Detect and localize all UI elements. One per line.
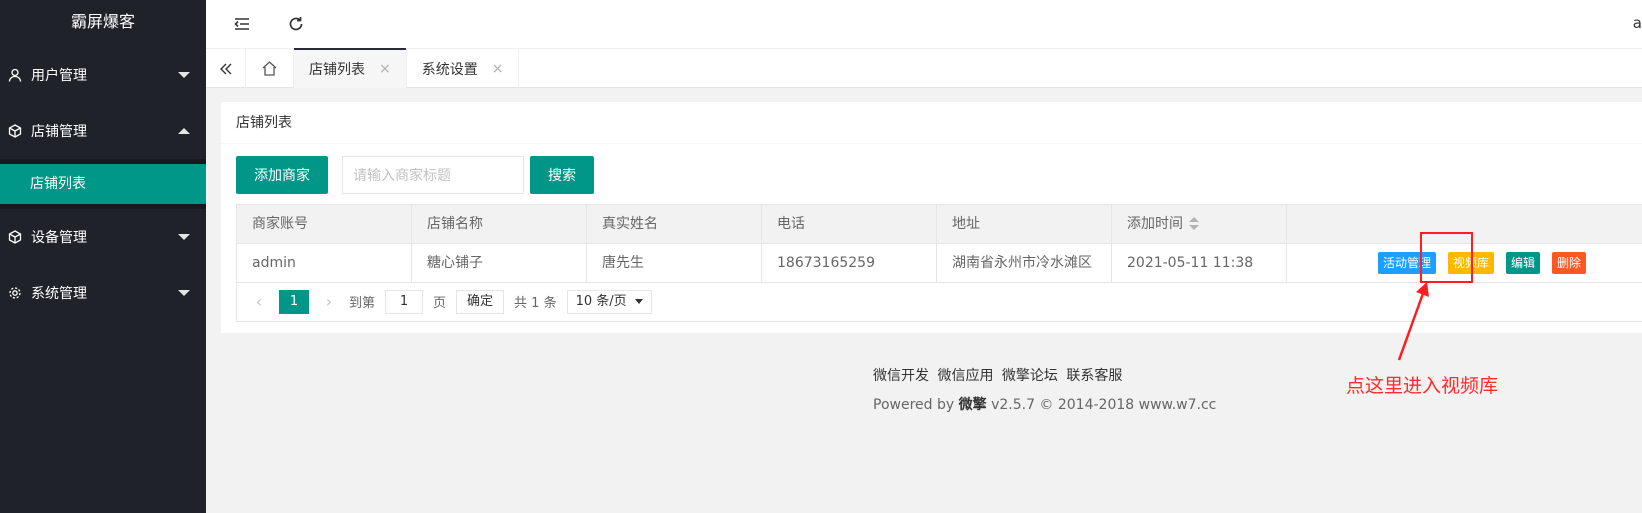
gear-icon [9, 287, 21, 299]
footer-link[interactable]: 联系客服 [1066, 368, 1122, 384]
tab-home[interactable] [246, 49, 294, 88]
cube-icon [8, 230, 22, 244]
toolbar: 添加商家 搜索 [236, 156, 594, 194]
close-icon[interactable]: × [379, 61, 391, 77]
tab-bar: 店铺列表 × 系统设置 × [206, 48, 1642, 88]
edit-button[interactable]: 编辑 [1506, 252, 1541, 274]
search-input[interactable] [342, 156, 524, 194]
add-merchant-button[interactable]: 添加商家 [236, 156, 328, 194]
column-header-added-time[interactable]: 添加时间 [1112, 205, 1287, 243]
column-header: 地址 [937, 205, 1112, 243]
goto-confirm-button[interactable]: 确定 [456, 289, 505, 314]
sidebar-submenu: 店铺列表 [0, 159, 206, 209]
sidebar-item-shop-list[interactable]: 店铺列表 [0, 164, 206, 204]
cube-icon [8, 124, 22, 138]
search-button[interactable]: 搜索 [530, 156, 594, 194]
sort-icon[interactable] [1189, 217, 1199, 231]
sidebar-item-user-management[interactable]: 用户管理 [0, 47, 206, 103]
total-count: 共 1 条 [514, 296, 557, 311]
page-size-select[interactable]: 10 条/页 [566, 289, 652, 314]
app-logo: 霸屏爆客 [70, 12, 135, 31]
cell-real-name: 唐先生 [587, 244, 762, 282]
refresh-icon[interactable] [286, 14, 306, 34]
tab-system-settings[interactable]: 系统设置 × [407, 49, 520, 88]
cell-shop-name: 糖心铺子 [412, 244, 587, 282]
cell-account: admin [237, 244, 412, 282]
sidebar-item-label: 店铺管理 [31, 124, 87, 140]
user-icon [8, 68, 22, 82]
chevron-up-icon [178, 128, 190, 134]
footer-link[interactable]: 微擎论坛 [1002, 368, 1058, 384]
footer-link[interactable]: 微信应用 [937, 368, 993, 384]
sidebar-item-label: 设备管理 [31, 230, 87, 246]
sidebar: 霸屏爆客 用户管理 店铺管理 店铺列表 设备管理 系统管理 [0, 0, 206, 513]
home-icon [262, 61, 277, 76]
highlight-box [1420, 232, 1473, 283]
chevron-down-icon [178, 234, 190, 240]
page-size-value: 10 条/页 [575, 293, 627, 309]
sidebar-item-label: 用户管理 [31, 68, 87, 84]
chevron-down-icon [178, 290, 190, 296]
current-page[interactable]: 1 [279, 289, 309, 314]
delete-button[interactable]: 删除 [1552, 252, 1587, 274]
user-menu[interactable]: a [1633, 14, 1642, 32]
menu-fold-icon[interactable] [232, 14, 252, 34]
tab-label: 店铺列表 [309, 61, 365, 78]
double-chevron-left-icon [219, 63, 231, 74]
annotation-text: 点这里进入视频库 [1346, 376, 1499, 397]
cell-added-time: 2021-05-11 11:38 [1112, 244, 1287, 282]
sidebar-item-shop-management[interactable]: 店铺管理 [0, 103, 206, 159]
card-title: 店铺列表 [221, 102, 1642, 144]
footer: 微信开发 微信应用 微擎论坛 联系客服 Powered by 微擎 v2.5.7… [873, 365, 1216, 414]
column-header: 真实姓名 [587, 205, 762, 243]
powered-brand: 微擎 [958, 397, 987, 413]
close-icon[interactable]: × [492, 61, 504, 77]
column-header: 商家账号 [237, 205, 412, 243]
sidebar-item-label: 系统管理 [31, 286, 87, 302]
powered-suffix: v2.5.7 © 2014-2018 www.w7.cc [991, 397, 1217, 413]
sidebar-item-device-management[interactable]: 设备管理 [0, 209, 206, 265]
column-header-label: 添加时间 [1127, 216, 1183, 232]
tab-scroll-left-button[interactable] [206, 49, 246, 88]
tab-shop-list[interactable]: 店铺列表 × [294, 48, 407, 88]
arrow-icon [1397, 282, 1429, 361]
column-header: 店铺名称 [412, 205, 587, 243]
powered-by: Powered by 微擎 v2.5.7 © 2014-2018 www.w7.… [873, 394, 1216, 414]
top-header: a [206, 0, 1642, 48]
footer-link[interactable]: 微信开发 [873, 368, 929, 384]
tab-label: 系统设置 [421, 61, 478, 78]
page-unit-label: 页 [433, 296, 447, 311]
next-page-icon[interactable]: › [319, 292, 339, 311]
powered-prefix: Powered by [873, 397, 955, 413]
sidebar-item-system-management[interactable]: 系统管理 [0, 265, 206, 321]
footer-links: 微信开发 微信应用 微擎论坛 联系客服 [873, 365, 1216, 385]
goto-label: 到第 [349, 296, 376, 311]
column-header: 电话 [762, 205, 937, 243]
cell-address: 湖南省永州市冷水滩区 [937, 244, 1112, 282]
prev-page-icon[interactable]: ‹ [249, 292, 269, 311]
caret-down-icon [634, 299, 643, 304]
cell-phone: 18673165259 [762, 244, 937, 282]
goto-page-input[interactable]: 1 [385, 289, 424, 314]
chevron-down-icon [178, 72, 190, 78]
